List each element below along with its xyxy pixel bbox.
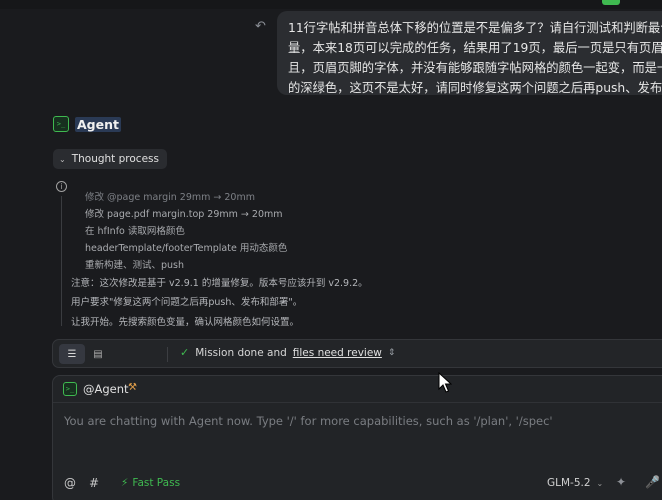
agent-mention[interactable]: @Agent	[83, 382, 129, 396]
agent-terminal-icon: >_	[53, 116, 69, 132]
user-message-line: 量，本来18页可以完成的任务，结果用了19页，最后一页是只有页眉的空白页	[288, 41, 662, 55]
thought-process-label: Thought process	[71, 153, 159, 165]
thought-note: 用户要求"修复这两个问题之后再push、发布和部署"。	[71, 297, 303, 308]
sparkle-icon[interactable]: ✦	[616, 475, 626, 489]
chat-footer: @ # ⚡ Fast Pass GLM-5.2 ⌄ ✦ 🎤	[53, 473, 662, 497]
tools-icon[interactable]: ⚒	[128, 382, 137, 393]
thought-process-body: i 修改 @page margin 29mm → 20mm 修改 page.pd…	[56, 180, 646, 330]
mouse-cursor-icon	[438, 372, 452, 393]
user-message-line: 的深绿色，这页不是太好，请同时修复这两个问题之后再push、发布和部署	[288, 81, 662, 95]
thought-note: 注意：这次修改是基于 v2.9.1 的增量修复。版本号应该升到 v2.9.2。	[71, 278, 368, 289]
thought-step: 修改 page.pdf margin.top 29mm → 20mm	[85, 209, 283, 220]
user-message-line: 且，页眉页脚的字体，并没有能够跟随字帖网格的颜色一起变，而是一直保留	[288, 61, 662, 75]
user-message-bubble: 11行字帖和拼音总体下移的位置是不是偏多了？请自行测试和判断最合适的偏 量，本来…	[277, 11, 662, 95]
chat-input[interactable]: You are chatting with Agent now. Type '/…	[64, 414, 553, 428]
thought-step: headerTemplate/footerTemplate 用动态颜色	[85, 243, 288, 254]
thought-step: 修改 @page margin 29mm → 20mm	[85, 192, 255, 203]
thought-timeline-line	[61, 196, 62, 326]
mission-status-bar: ☰ ▤ ✓ Mission done and files need review…	[52, 339, 662, 368]
thought-step: 在 hfInfo 读取网格颜色	[85, 226, 185, 237]
mission-status-text: Mission done and	[195, 346, 287, 359]
top-edge	[0, 0, 662, 9]
chevron-down-icon: ⌄	[59, 154, 66, 164]
mission-status[interactable]: ✓ Mission done and files need review ⇕	[180, 346, 395, 359]
expand-icon[interactable]: ⇕	[388, 348, 396, 358]
model-name: GLM-5.2	[547, 477, 591, 489]
lightning-icon: ⚡	[121, 477, 129, 489]
agent-terminal-icon: >_	[63, 382, 77, 396]
chat-input-panel: >_ @Agent ⚒ You are chatting with Agent …	[52, 375, 662, 500]
undo-icon[interactable]: ↶	[255, 20, 269, 34]
fast-pass-toggle[interactable]: ⚡ Fast Pass	[121, 477, 180, 489]
model-select[interactable]: GLM-5.2 ⌄	[547, 477, 603, 489]
divider	[167, 347, 168, 362]
agent-header: >_ Agent	[53, 115, 121, 133]
thought-step: 重新构建、测试、push	[85, 260, 185, 271]
hash-icon[interactable]: #	[89, 476, 99, 490]
chat-header: >_ @Agent ⚒	[53, 376, 662, 403]
chevron-down-icon: ⌄	[596, 478, 604, 488]
mission-done-icon: ✓	[180, 346, 190, 359]
thought-note: 让我开始。先搜索颜色变量，确认网格颜色如何设置。	[71, 317, 300, 328]
microphone-icon[interactable]: 🎤	[645, 475, 660, 489]
agent-name: Agent	[75, 116, 121, 132]
document-icon[interactable]: ▤	[85, 344, 111, 364]
status-indicator	[602, 0, 620, 5]
files-review-link[interactable]: files need review	[293, 347, 382, 359]
task-list-icon[interactable]: ☰	[59, 344, 85, 364]
fast-pass-label: Fast Pass	[132, 477, 181, 489]
thought-process-toggle[interactable]: ⌄ Thought process	[53, 149, 167, 169]
at-icon[interactable]: @	[64, 476, 76, 490]
user-message-line: 11行字帖和拼音总体下移的位置是不是偏多了？请自行测试和判断最合适的偏	[288, 21, 662, 35]
info-icon: i	[56, 181, 67, 192]
